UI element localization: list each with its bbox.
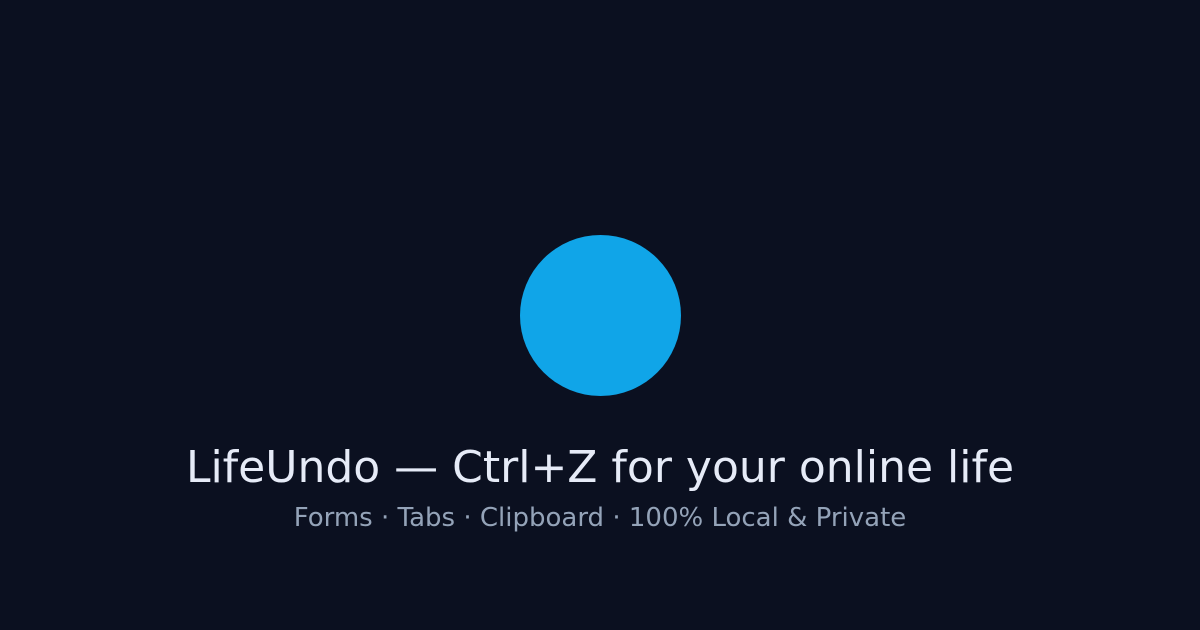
tagline: Forms · Tabs · Clipboard · 100% Local & … [293, 503, 907, 533]
circle-logo-icon [520, 235, 681, 396]
page-title: LifeUndo — Ctrl+Z for your online life [185, 442, 1015, 493]
social-card: LifeUndo — Ctrl+Z for your online life F… [0, 0, 1200, 630]
